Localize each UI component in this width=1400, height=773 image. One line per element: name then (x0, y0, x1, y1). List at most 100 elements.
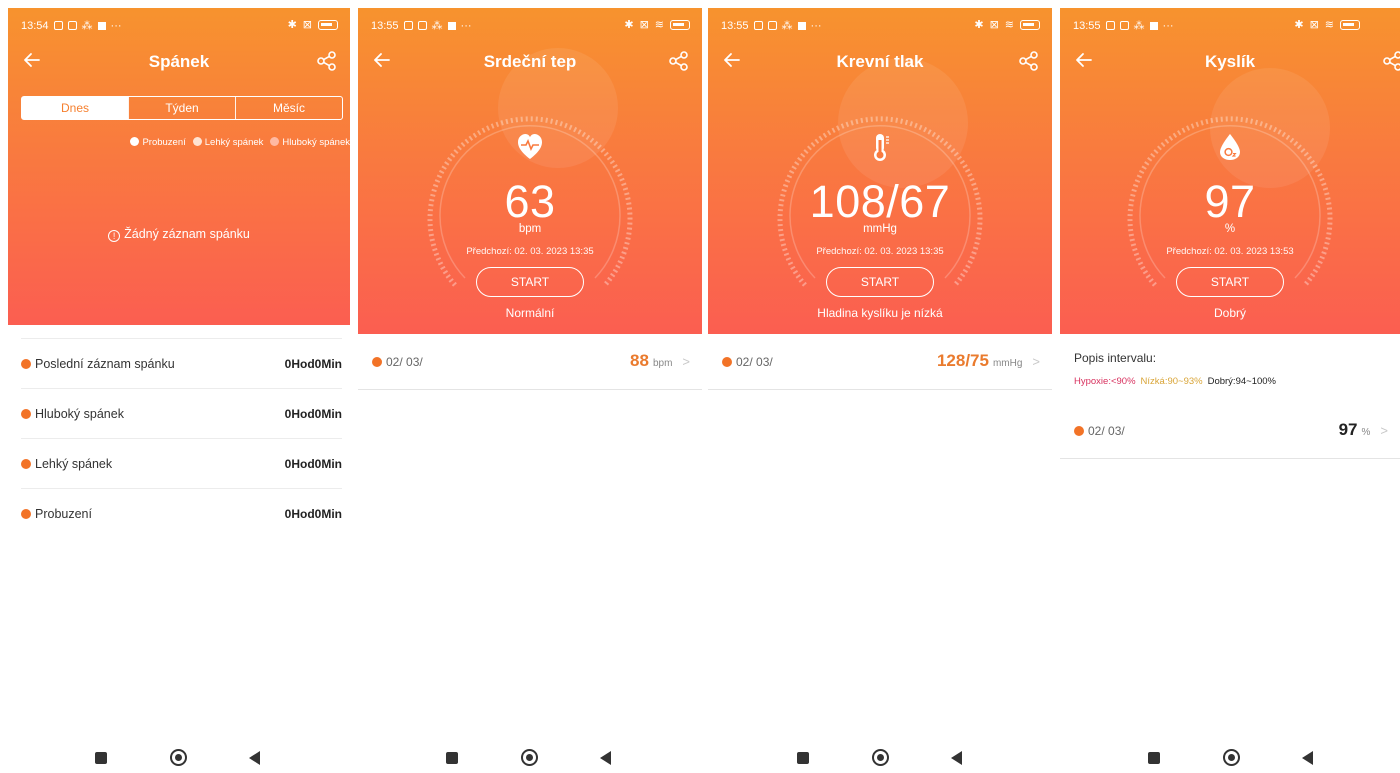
status-bar: 13:55 ⁂ ··· ✱ ⊠ ≋ (708, 8, 1052, 44)
bluetooth-icon: ✱ (624, 19, 634, 31)
start-button[interactable]: START (826, 267, 934, 297)
tab-week[interactable]: Týden (128, 97, 235, 119)
measure-header: 13:55 ⁂ ··· ✱ ⊠ ≋ Krevní tlak 108/67 mmH… (708, 8, 1052, 334)
info-icon: ! (108, 230, 121, 242)
more-notifications-icon: ··· (460, 19, 472, 32)
status-text: Dobrý (1213, 306, 1246, 320)
page-title: Krevní tlak (836, 52, 924, 71)
home-icon[interactable] (170, 749, 187, 766)
status-text: Normální (505, 306, 555, 320)
nav-group (446, 749, 611, 766)
share-icon[interactable] (1382, 50, 1400, 72)
network-icon: ⁂ (81, 20, 93, 32)
status-time: 13:54 (21, 19, 49, 32)
share-icon[interactable] (316, 50, 338, 72)
network-icon: ⁂ (1133, 20, 1145, 32)
notification-icon (797, 21, 806, 30)
measurement-value: 108/67 (809, 176, 951, 227)
home-icon[interactable] (1223, 749, 1240, 766)
legend-dot (192, 137, 202, 146)
legend-dot (130, 137, 140, 146)
tab-today[interactable]: Dnes (22, 97, 128, 119)
tab-month[interactable]: Měsíc (235, 97, 342, 119)
notification-icon (1105, 21, 1115, 30)
status-bar: 13:55 ⁂ ··· ✱ ⊠ ≋ (1060, 8, 1400, 44)
home-icon[interactable] (872, 749, 889, 766)
interval-title: Popis intervalu: (1074, 351, 1157, 365)
previous-measurement: Předchozí: 02. 03. 2023 13:53 (1166, 246, 1294, 257)
status-bar: 13:55 ⁂ ··· ✱ ⊠ ≋ (358, 8, 702, 44)
recent-apps-icon[interactable] (95, 751, 107, 764)
list-item: Poslední záznam spánku 0Hod0Min (21, 338, 342, 388)
recent-apps-icon[interactable] (1148, 751, 1160, 764)
record-row[interactable]: 02/ 03/ 128/75 mmHg > (708, 334, 1052, 390)
notification-icon (447, 21, 456, 30)
bluetooth-icon: ✱ (974, 19, 984, 31)
record-date: 02/ 03/ (1088, 424, 1125, 438)
network-icon: ⁂ (781, 20, 793, 32)
sim-icon: ⊠ (302, 19, 312, 31)
sim-icon: ⊠ (639, 19, 649, 31)
back-triangle-icon[interactable] (1302, 750, 1313, 765)
thermometer-icon (874, 134, 889, 161)
sleep-header: 13:54 ⁂ ··· ✱ ⊠ Spánek Dnes Týden Měsíc … (8, 8, 350, 325)
home-icon[interactable] (521, 749, 538, 766)
system-navigation-bar (0, 745, 1400, 773)
list-item: Hluboký spánek 0Hod0Min (21, 388, 342, 438)
nav-group (1148, 749, 1313, 766)
legend-label: Hluboký spánek (282, 137, 350, 148)
legend-light-sleep: Lehký spánek (192, 137, 264, 148)
back-triangle-icon[interactable] (249, 750, 260, 765)
notification-icon (1149, 21, 1158, 30)
empty-message: ! Žádný záznam spánku (8, 227, 350, 242)
interval-legend: Hypoxie:<90% Nízká:90~93% Dobrý:94~100% (1074, 376, 1276, 387)
row-value: 0Hod0Min (284, 406, 342, 421)
record-unit: mmHg (992, 358, 1023, 369)
record-value: 88 (630, 351, 649, 370)
notification-icon (417, 21, 427, 30)
page-title: Kyslík (1204, 52, 1256, 71)
bullet-dot (21, 408, 31, 419)
legend-deep-sleep: Hluboký spánek (270, 137, 350, 148)
row-value: 0Hod0Min (284, 506, 342, 521)
list-item: Lehký spánek 0Hod0Min (21, 438, 342, 488)
bullet-dot (372, 357, 382, 367)
row-label: Lehký spánek (35, 456, 113, 471)
share-icon[interactable] (1018, 50, 1040, 72)
battery-icon (1340, 19, 1360, 30)
legend-dot (270, 137, 280, 146)
wifi-icon: ≋ (1324, 19, 1334, 31)
legend-label: Lehký spánek (204, 137, 264, 148)
notification-icon (753, 21, 763, 30)
recent-apps-icon[interactable] (446, 751, 458, 764)
more-notifications-icon: ··· (110, 19, 122, 32)
notification-icon (403, 21, 413, 30)
back-triangle-icon[interactable] (600, 750, 611, 765)
bullet-dot (722, 357, 732, 367)
record-row[interactable]: 02/ 03/ 88 bpm > (358, 334, 702, 390)
sim-icon: ⊠ (989, 19, 999, 31)
notification-icon (1119, 21, 1129, 30)
bullet-dot (21, 458, 31, 469)
row-label: Poslední záznam spánku (35, 356, 175, 371)
row-value: 0Hod0Min (284, 456, 342, 471)
start-button[interactable]: START (1176, 267, 1284, 297)
period-tabs: Dnes Týden Měsíc (21, 96, 343, 120)
measurement-unit: % (1224, 223, 1236, 235)
battery-icon (670, 19, 690, 30)
measurement-value: 63 (504, 176, 556, 227)
record-row[interactable]: 02/ 03/ 97 % > (1060, 403, 1400, 459)
notification-icon (767, 21, 777, 30)
bullet-dot (21, 358, 31, 369)
status-bar: 13:54 ⁂ ··· ✱ ⊠ (8, 8, 350, 44)
back-triangle-icon[interactable] (951, 750, 962, 765)
start-button[interactable]: START (476, 267, 584, 297)
more-notifications-icon: ··· (1162, 19, 1174, 32)
network-icon: ⁂ (431, 20, 443, 32)
heart-pulse-icon (518, 134, 542, 159)
sleep-screen: 13:54 ⁂ ··· ✱ ⊠ Spánek Dnes Týden Měsíc … (8, 8, 350, 745)
share-icon[interactable] (668, 50, 690, 72)
status-text: Hladina kyslíku je nízká (817, 306, 943, 320)
measurement-value: 97 (1204, 176, 1256, 227)
recent-apps-icon[interactable] (797, 751, 809, 764)
